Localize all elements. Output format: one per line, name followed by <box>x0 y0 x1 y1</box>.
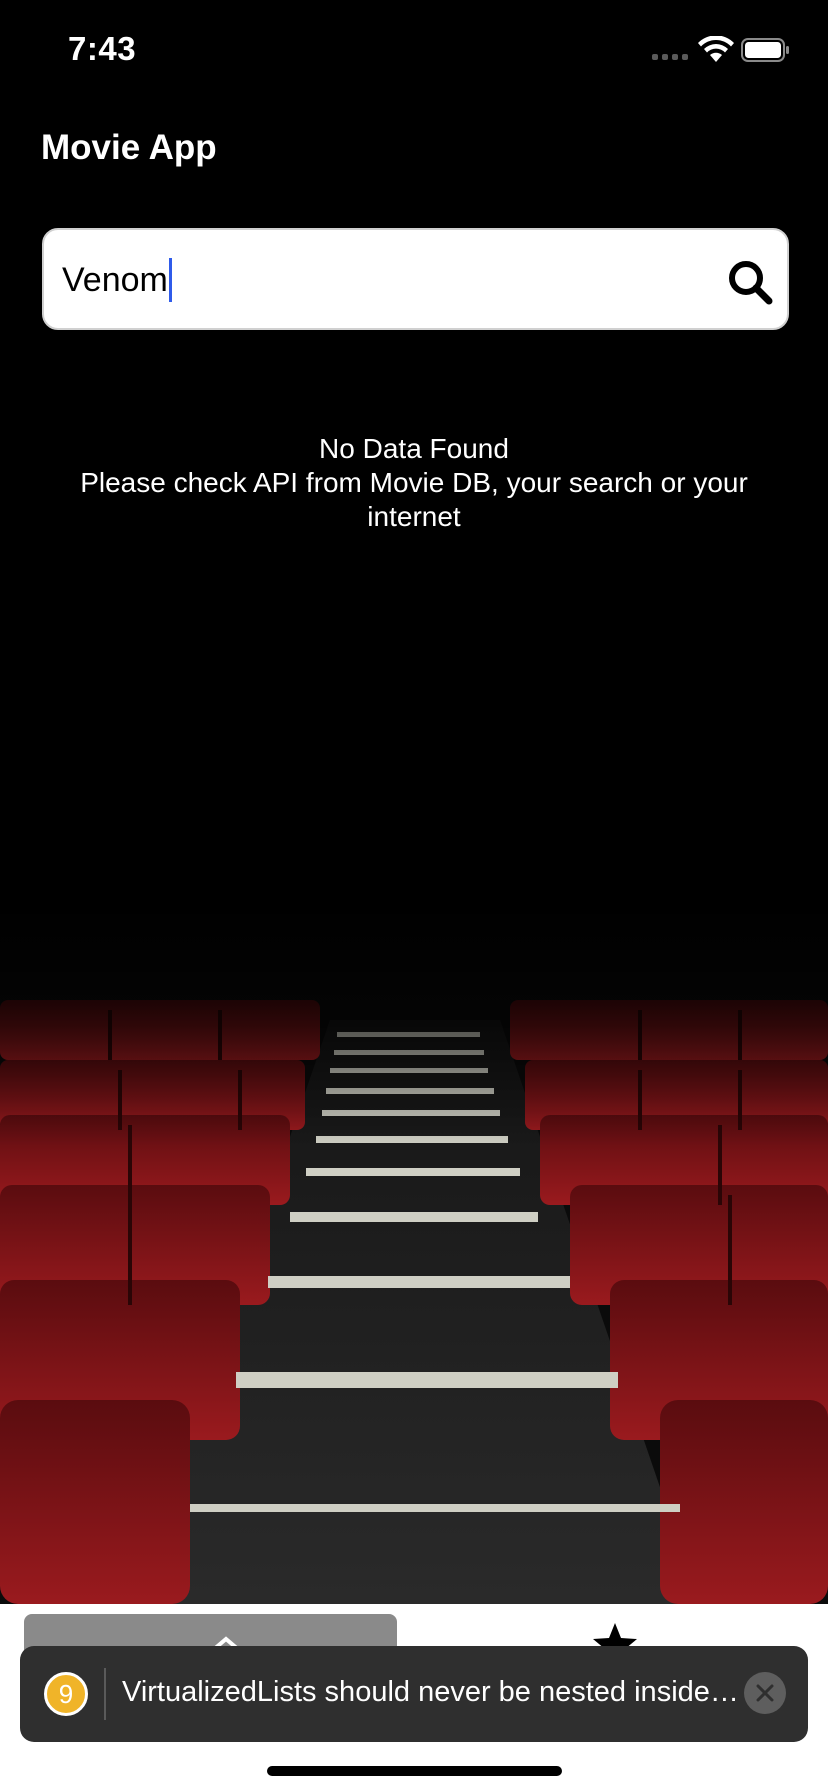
page-title: Movie App <box>41 128 217 167</box>
empty-state-detail-cont: internet <box>367 501 461 532</box>
search-input[interactable]: Venom <box>62 256 172 304</box>
home-indicator <box>267 1766 562 1776</box>
text-caret <box>168 258 172 302</box>
search-input-value: Venom <box>62 260 168 299</box>
cellular-signal-icon <box>652 54 688 60</box>
warning-count-badge: 9 <box>44 1672 88 1716</box>
empty-state-message: No Data Found Please check API from Movi… <box>40 432 788 534</box>
close-icon <box>756 1684 774 1702</box>
empty-state-title: No Data Found <box>319 433 509 464</box>
toast-message: VirtualizedLists should never be nested … <box>122 1676 742 1708</box>
status-bar: 7:43 <box>0 0 828 100</box>
wifi-icon <box>698 36 734 62</box>
theater-background-image <box>0 900 828 1604</box>
empty-state-detail: Please check API from Movie DB, your sea… <box>80 467 748 498</box>
search-box[interactable]: Venom <box>42 228 789 330</box>
warning-toast[interactable]: 9 VirtualizedLists should never be neste… <box>20 1646 808 1742</box>
status-time: 7:43 <box>68 30 137 67</box>
close-toast-button[interactable] <box>744 1672 786 1714</box>
battery-icon <box>741 38 789 62</box>
search-icon[interactable] <box>726 258 774 306</box>
app-screen: 7:43 Movie App Venom No Data Found Pleas… <box>0 0 828 1792</box>
toast-divider <box>104 1668 106 1720</box>
